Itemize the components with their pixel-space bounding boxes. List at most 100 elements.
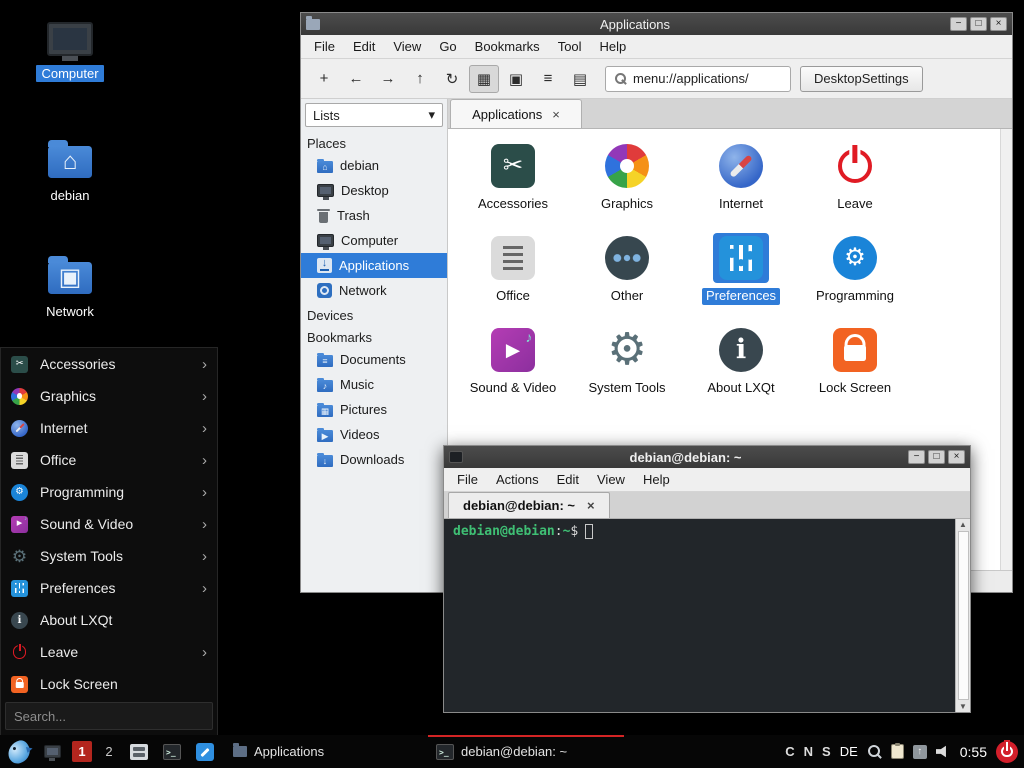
menu-item-leave[interactable]: Leave › [1,636,217,668]
workspace-2-button[interactable]: 2 [99,741,119,762]
menu-item-graphics[interactable]: Graphics › [1,380,217,412]
menu-edit[interactable]: Edit [344,37,384,56]
sidebar-item-videos[interactable]: Videos [301,422,447,447]
menu-item-internet[interactable]: Internet › [1,412,217,444]
minimize-button[interactable]: − [950,17,967,31]
menu-item-about-lxqt[interactable]: About LXQt [1,604,217,636]
terminal-scrollbar[interactable]: ▲ ▼ [955,519,970,712]
keyboard-layout-indicator[interactable]: DE [840,744,858,759]
magnifier-tray-icon[interactable] [867,744,882,759]
task-terminal[interactable]: debian@debian: ~ [428,735,624,768]
menu-edit[interactable]: Edit [548,470,588,489]
app-item-office[interactable]: Office [456,233,570,305]
menu-help[interactable]: Help [591,37,636,56]
scrollbar[interactable] [1000,129,1012,570]
up-button[interactable]: ↑ [405,65,435,93]
app-item-programming[interactable]: Programming [798,233,912,305]
power-button[interactable] [996,741,1018,763]
menu-file[interactable]: File [448,470,487,489]
menu-help[interactable]: Help [634,470,679,489]
graphics-icon [11,388,28,405]
new-tab-button[interactable]: + [309,65,339,93]
capslock-indicator: C [785,744,794,759]
forward-button[interactable]: → [373,65,403,93]
menu-item-programming[interactable]: Programming › [1,476,217,508]
menu-bookmarks[interactable]: Bookmarks [466,37,549,56]
tab-close-icon[interactable]: × [552,107,560,122]
scroll-down-icon[interactable]: ▼ [959,702,967,711]
sidebar-item-trash[interactable]: Trash [301,203,447,228]
app-item-about-lxqt[interactable]: About LXQt [684,325,798,397]
volume-icon[interactable] [936,745,951,758]
maximize-button[interactable]: □ [928,450,945,464]
lists-dropdown[interactable]: Lists ▾ [305,103,443,127]
menu-view[interactable]: View [384,37,430,56]
sidebar-item-downloads[interactable]: Downloads [301,447,447,472]
app-item-preferences[interactable]: Preferences [684,233,798,305]
terminal-titlebar[interactable]: debian@debian: ~ − □ × [444,446,970,468]
editor-launcher[interactable] [192,739,218,765]
clock[interactable]: 0:55 [960,744,987,760]
app-item-lock-screen[interactable]: Lock Screen [798,325,912,397]
sidebar-item-debian[interactable]: debian [301,153,447,178]
sidebar-item-applications[interactable]: Applications [301,253,447,278]
back-button[interactable]: ← [341,65,371,93]
menu-item-preferences[interactable]: Preferences › [1,572,217,604]
address-bar[interactable]: menu://applications/ [605,66,791,92]
menu-actions[interactable]: Actions [487,470,548,489]
desktop-settings-button[interactable]: DesktopSettings [800,66,923,92]
icon-view-button[interactable]: ▦ [469,65,499,93]
maximize-button[interactable]: □ [970,17,987,31]
sidebar-item-desktop[interactable]: Desktop [301,178,447,203]
fm-titlebar[interactable]: Applications − □ × [301,13,1012,35]
menu-view[interactable]: View [588,470,634,489]
main-menu-button[interactable] [6,739,32,765]
desktop-icon-debian[interactable]: debian [34,138,106,204]
close-button[interactable]: × [990,17,1007,31]
menu-file[interactable]: File [305,37,344,56]
terminal-tab-bar: debian@debian: ~ × [444,492,970,519]
menu-item-lock-screen[interactable]: Lock Screen [1,668,217,700]
sidebar-item-pictures[interactable]: Pictures [301,397,447,422]
app-item-system-tools[interactable]: System Tools [570,325,684,397]
app-item-graphics[interactable]: Graphics [570,141,684,213]
menu-tool[interactable]: Tool [549,37,591,56]
menu-item-office[interactable]: Office › [1,444,217,476]
detailed-view-button[interactable]: ▤ [565,65,595,93]
desktop-icon-computer[interactable]: Computer [34,22,106,82]
tab-shell[interactable]: debian@debian: ~ × [448,492,610,518]
sidebar-item-music[interactable]: Music [301,372,447,397]
fm-toolbar: + ← → ↑ ↻ ▦ ▣ ≡ ▤ menu://applications/ D… [301,59,1012,99]
app-item-leave[interactable]: Leave [798,141,912,213]
app-item-internet[interactable]: Internet [684,141,798,213]
clipboard-tray-icon[interactable] [891,744,904,759]
menu-item-sound-video[interactable]: Sound & Video › [1,508,217,540]
terminal-launcher[interactable] [159,739,185,765]
sidebar-item-computer[interactable]: Computer [301,228,447,253]
scroll-up-icon[interactable]: ▲ [959,520,967,529]
thumbnail-view-button[interactable]: ▣ [501,65,531,93]
scrollbar-thumb[interactable] [958,531,969,700]
menu-go[interactable]: Go [430,37,465,56]
show-desktop-button[interactable] [39,739,65,765]
software-update-tray-icon[interactable] [913,745,927,759]
app-item-other[interactable]: Other [570,233,684,305]
menu-search-input[interactable]: Search... [5,702,213,730]
workspace-1-button[interactable]: 1 [72,741,92,762]
reload-button[interactable]: ↻ [437,65,467,93]
task-applications[interactable]: Applications [225,735,421,768]
file-manager-launcher[interactable] [126,739,152,765]
desktop-icon-network[interactable]: Network [34,254,106,320]
sidebar-item-documents[interactable]: Documents [301,347,447,372]
close-button[interactable]: × [948,450,965,464]
app-item-sound-video[interactable]: Sound & Video [456,325,570,397]
app-item-accessories[interactable]: Accessories [456,141,570,213]
minimize-button[interactable]: − [908,450,925,464]
sidebar-item-network[interactable]: Network [301,278,447,303]
terminal-output[interactable]: debian@debian:~$ [444,519,955,712]
menu-item-accessories[interactable]: Accessories › [1,348,217,380]
menu-item-system-tools[interactable]: System Tools › [1,540,217,572]
compact-view-button[interactable]: ≡ [533,65,563,93]
tab-close-icon[interactable]: × [587,498,595,513]
tab-applications[interactable]: Applications × [450,99,582,128]
